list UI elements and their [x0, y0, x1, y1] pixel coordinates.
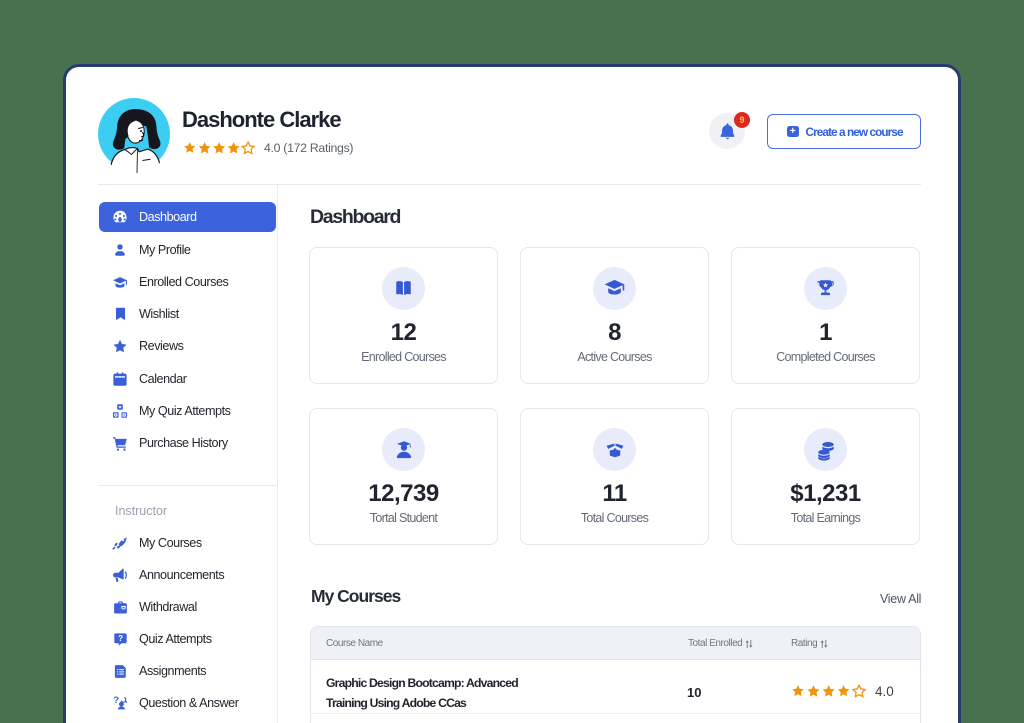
svg-text:?: ?: [113, 695, 119, 706]
svg-text:?: ?: [118, 634, 123, 643]
